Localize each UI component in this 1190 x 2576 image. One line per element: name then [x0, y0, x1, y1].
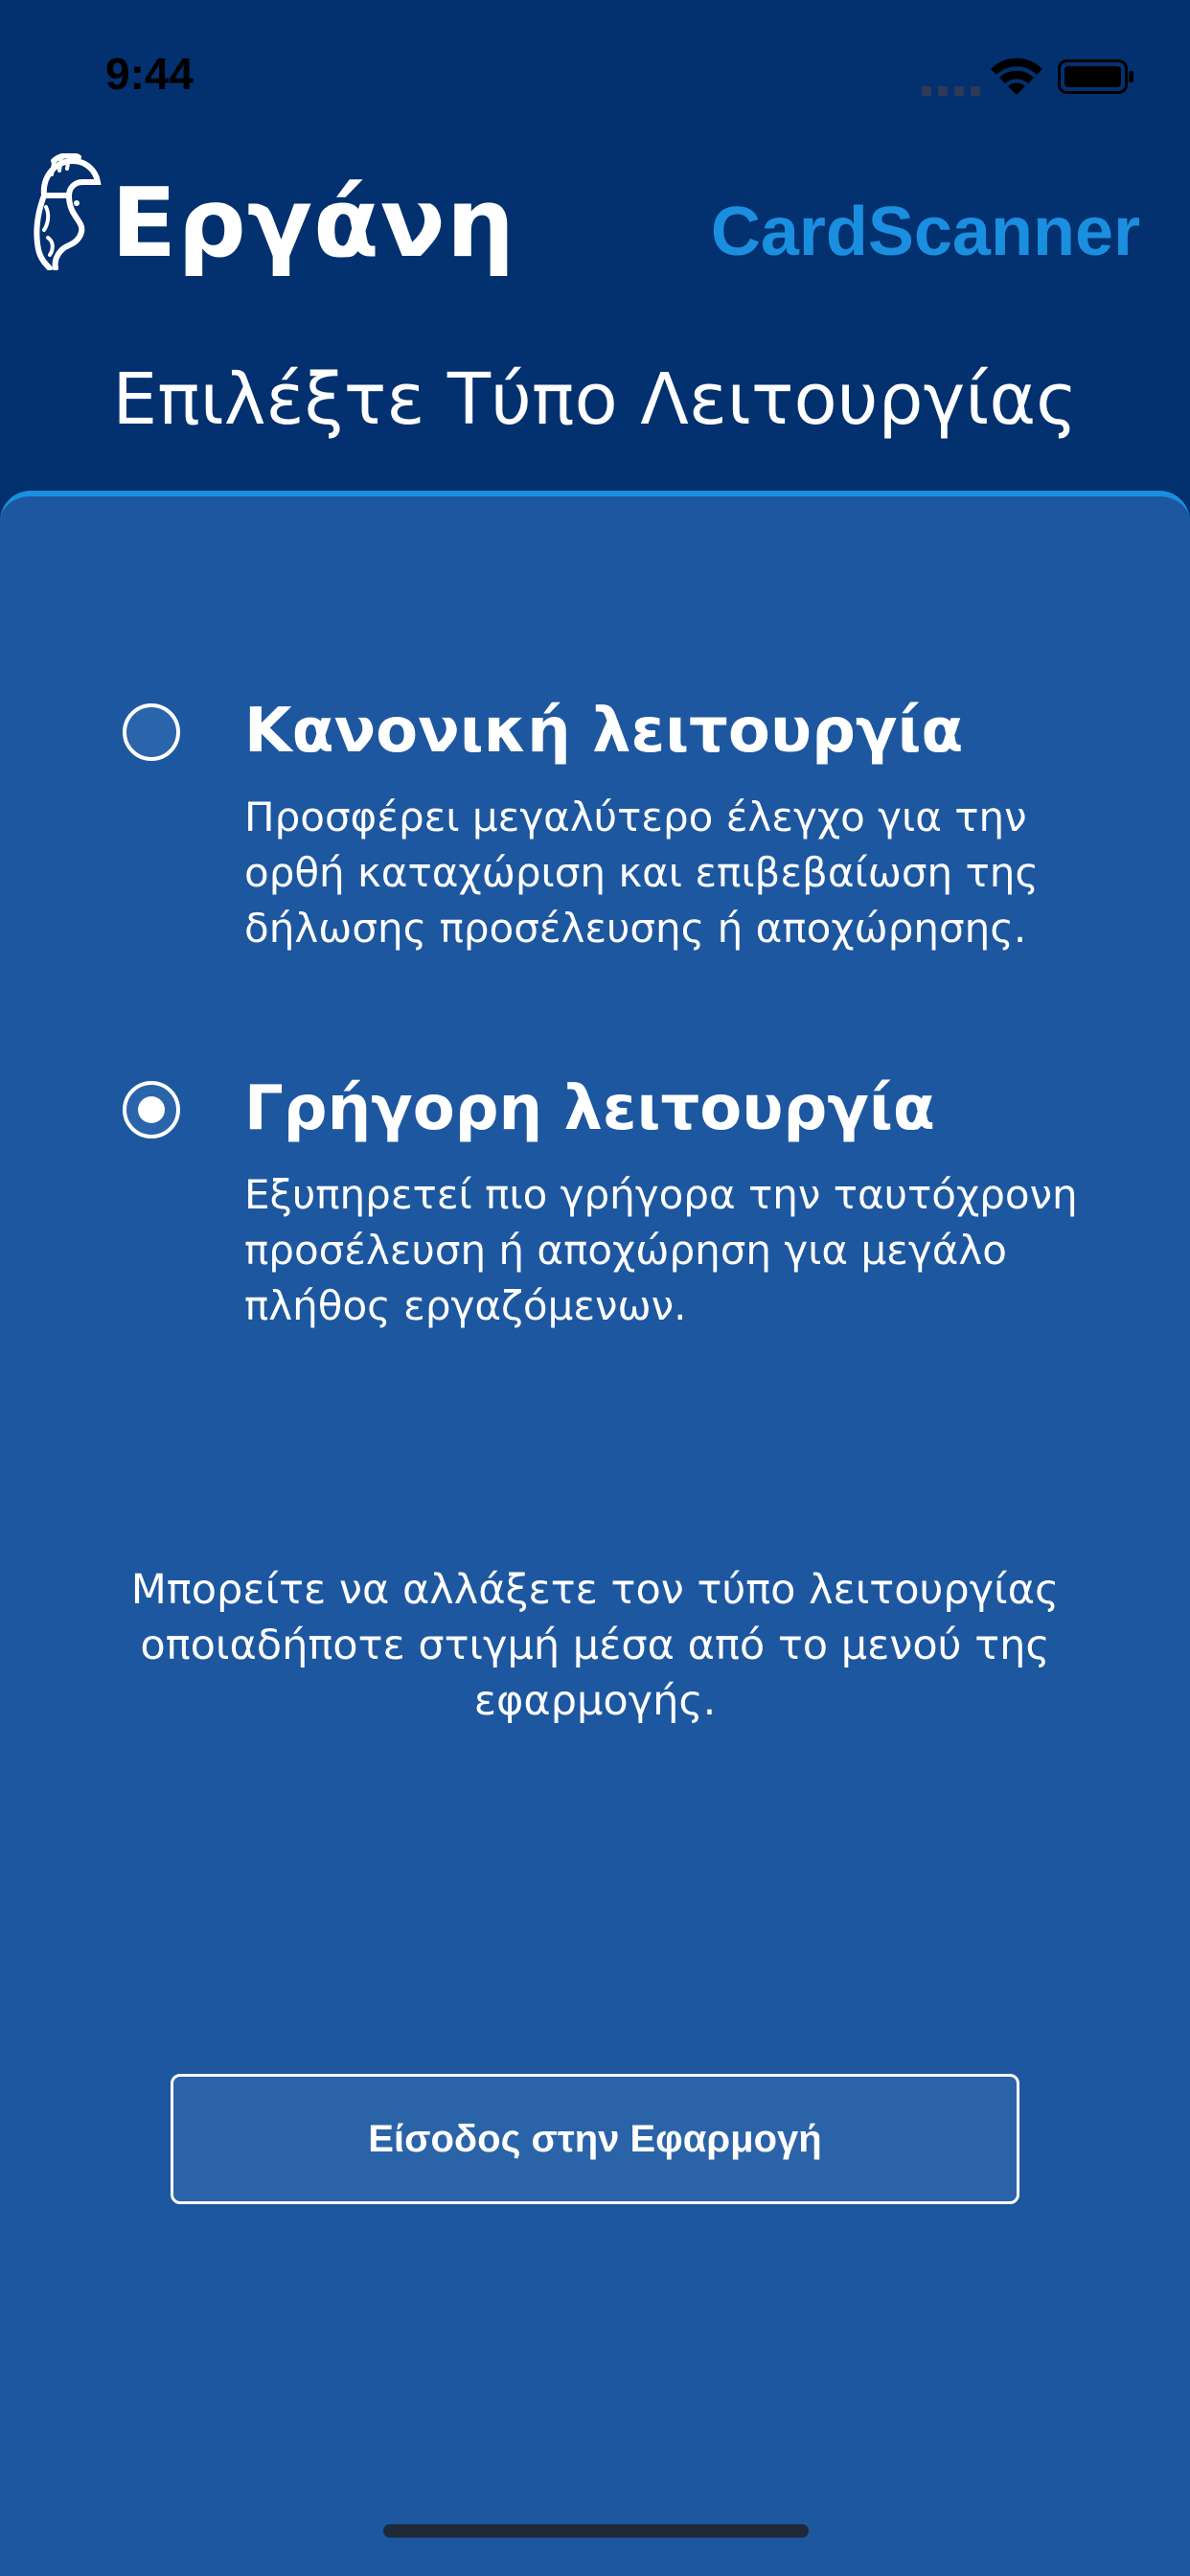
page-title: Επιλέξτε Τύπο Λειτουργίας [112, 358, 1078, 441]
option-fast-description: Εξυπηρετεί πιο γρήγορα την ταυτόχρονη πρ… [244, 1171, 1078, 1329]
option-fast-title: Γρήγορη λειτουργία [244, 1073, 935, 1144]
battery-icon [1058, 59, 1133, 94]
mode-change-info: Μπορείτε να αλλάξετε τον τύπο λειτουργία… [130, 1566, 1060, 1725]
enter-app-button[interactable]: Είσοδος στην Εφαρμογή [171, 2074, 1019, 2204]
option-fast-mode[interactable]: Γρήγορη λειτουργία Εξυπηρετεί πιο γρήγορ… [0, 1064, 1190, 1351]
ergani-logo-text: Εργάνη [111, 167, 516, 279]
app-name: CardScanner [710, 194, 1140, 270]
option-normal-mode[interactable]: Κανονική λειτουργία Προσφέρει μεγαλύτερο… [0, 686, 1190, 974]
signal-icon [922, 86, 980, 96]
wifi-icon [991, 58, 1042, 95]
option-normal-description: Προσφέρει μεγαλύτερο έλεγχο για την ορθή… [244, 794, 1040, 952]
status-time: 9:44 [105, 49, 195, 99]
home-indicator[interactable] [383, 2524, 809, 2538]
radio-fast-mode[interactable] [123, 1081, 180, 1138]
mode-selection-panel: Κανονική λειτουργία Προσφέρει μεγαλύτερο… [0, 491, 1190, 2576]
status-bar: 9:44 [0, 0, 1190, 144]
radio-normal-mode[interactable] [123, 703, 180, 761]
option-normal-title: Κανονική λειτουργία [244, 696, 964, 767]
athena-helmet-icon [34, 153, 102, 270]
